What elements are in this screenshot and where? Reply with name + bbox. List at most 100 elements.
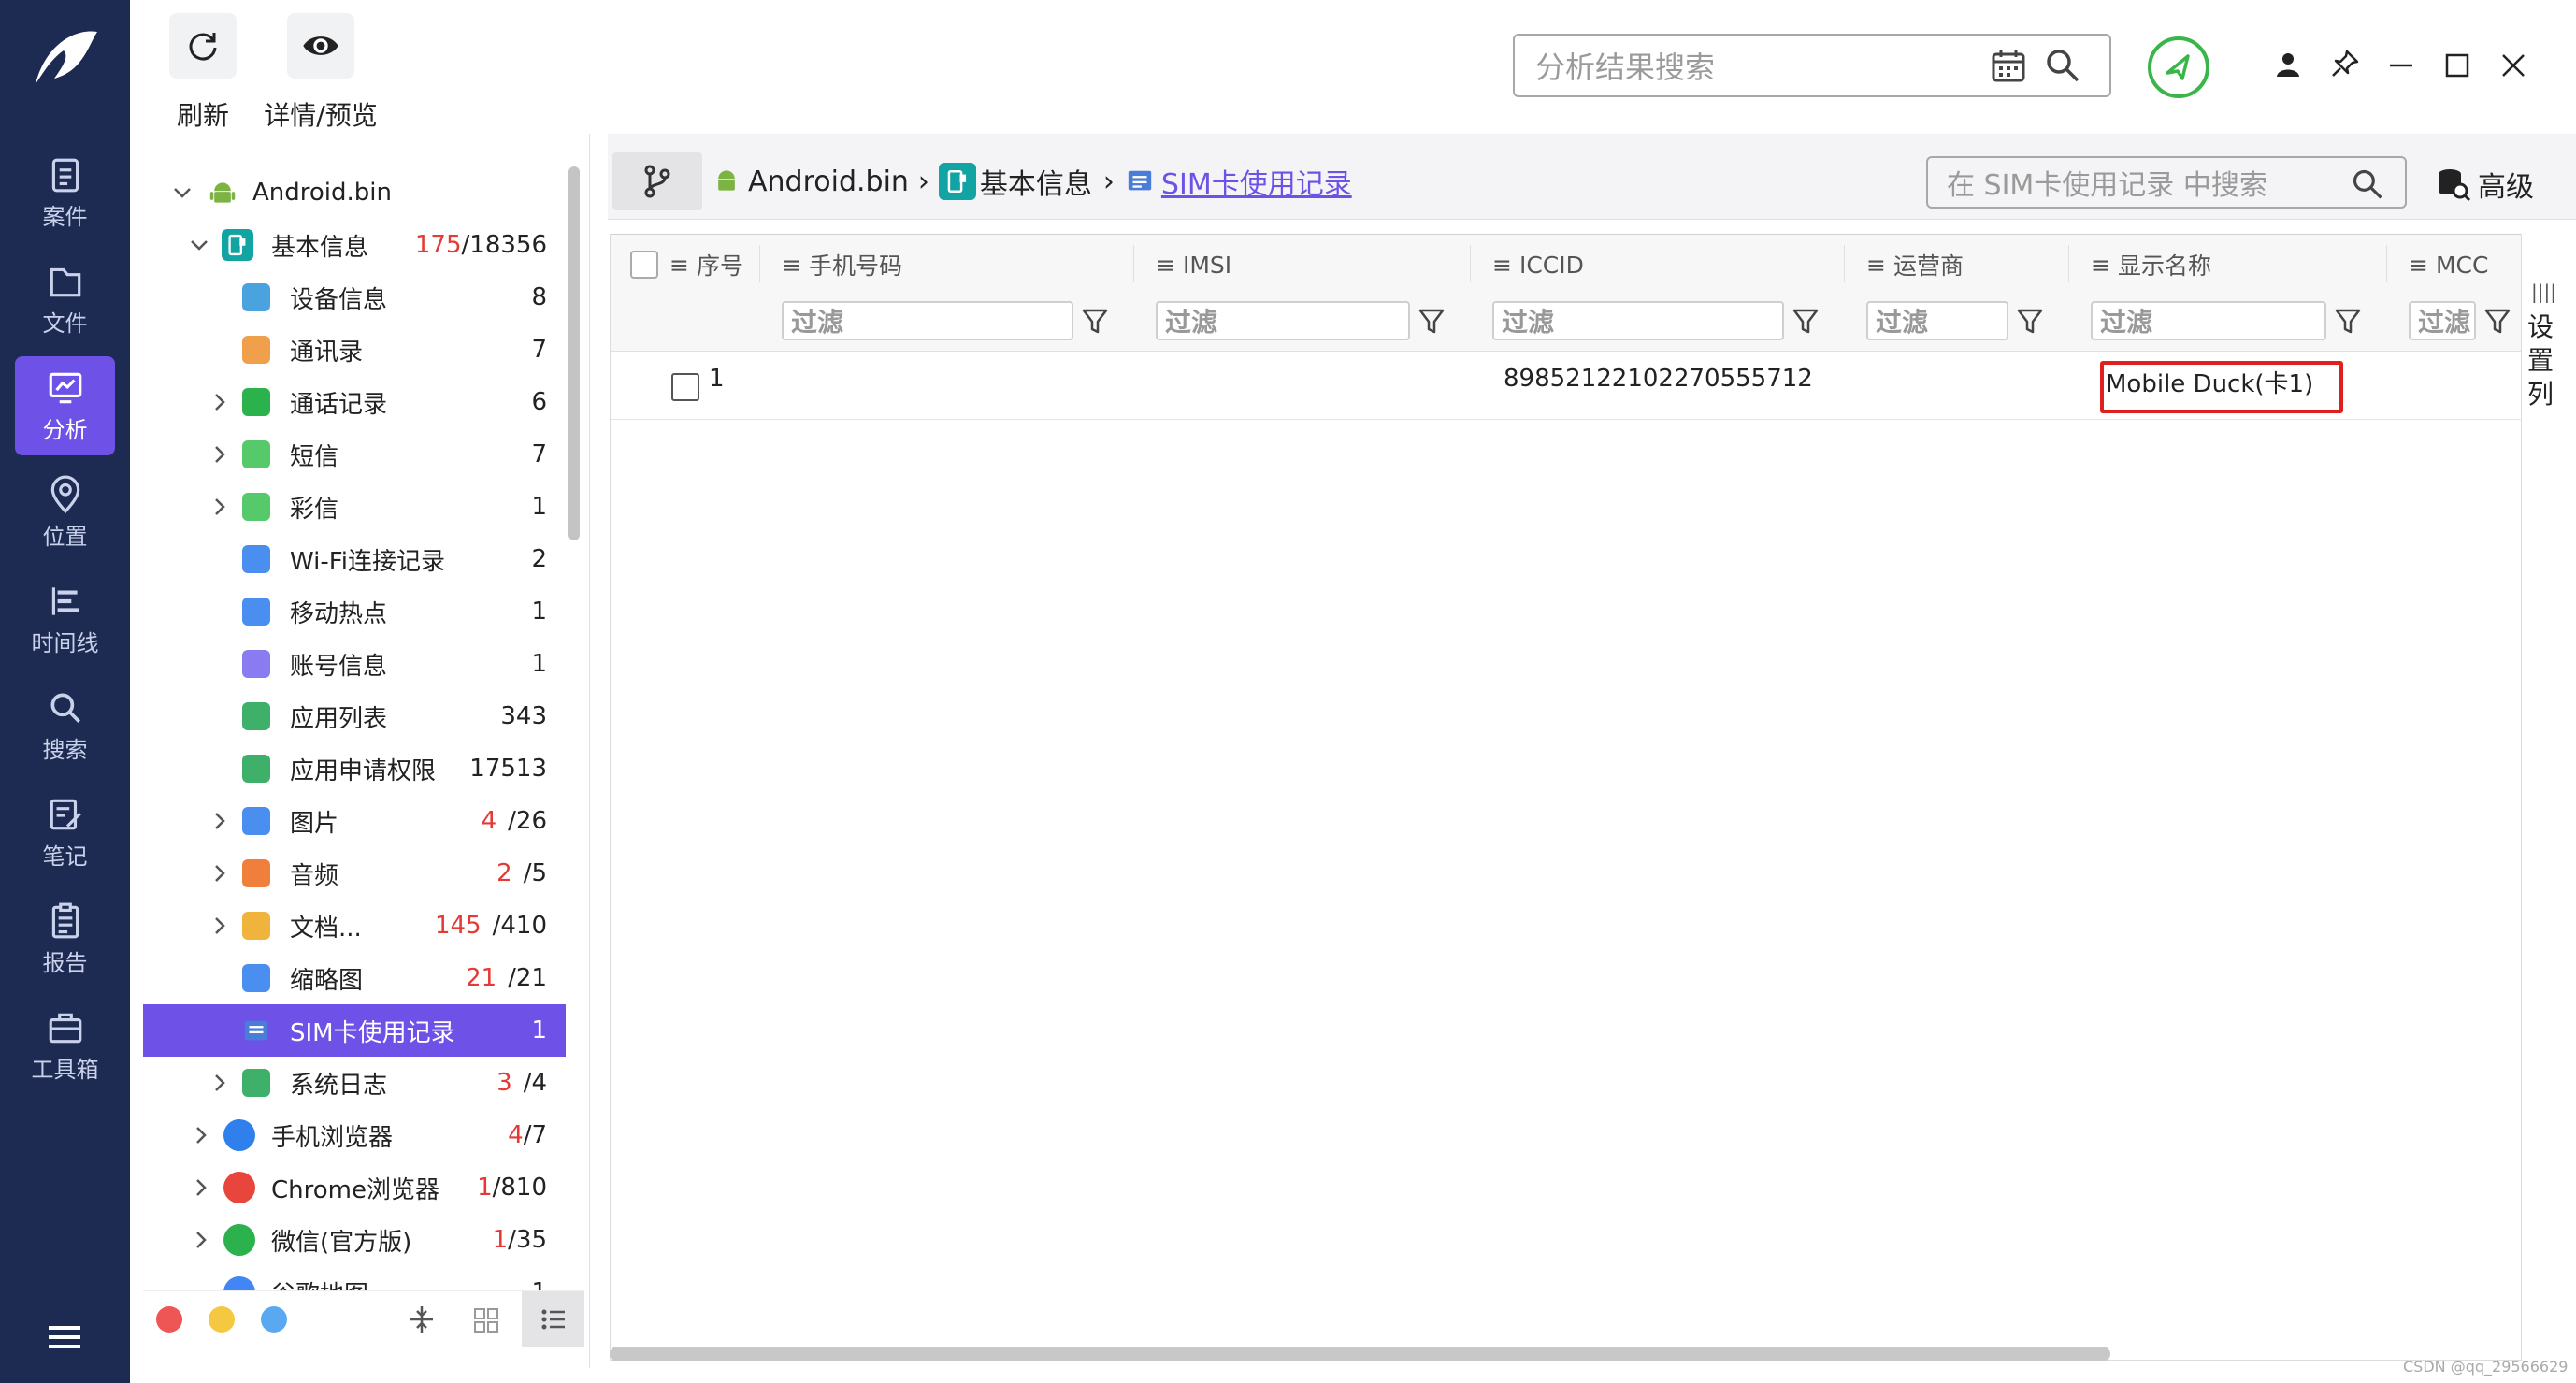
refresh-button[interactable]: 刷新 xyxy=(147,13,259,133)
menu-icon[interactable] xyxy=(47,1323,82,1351)
rail-item-notes[interactable]: 笔记 xyxy=(15,783,115,882)
column-settings-button[interactable]: |||| 设置列 xyxy=(2521,234,2558,1361)
tree-item[interactable]: Wi-Fi连接记录 2 xyxy=(143,533,566,585)
filter-input-mcc[interactable]: 过滤 xyxy=(2409,301,2476,340)
filter-funnel-icon[interactable] xyxy=(2483,307,2511,335)
column-header-mcc[interactable]: ≡ MCC xyxy=(2409,237,2488,293)
tree-root-android[interactable]: Android.bin xyxy=(143,166,566,219)
filter-funnel-icon[interactable] xyxy=(1418,307,1446,335)
rail-item-search[interactable]: 搜索 xyxy=(15,676,115,775)
tree-item[interactable]: 账号信息 1 xyxy=(143,638,566,690)
chevron-right-icon[interactable] xyxy=(209,862,231,885)
cell-index: 1 xyxy=(709,365,725,393)
tree-item[interactable]: 彩信 1 xyxy=(143,481,566,533)
horizontal-scrollbar[interactable] xyxy=(610,1347,2110,1361)
chevron-right-icon[interactable] xyxy=(209,915,231,937)
filter-funnel-icon[interactable] xyxy=(2016,307,2044,335)
table-search-input[interactable]: 在 SIM卡使用记录 中搜索 xyxy=(1926,156,2407,209)
location-pin-icon xyxy=(50,475,79,513)
chevron-down-icon[interactable] xyxy=(171,181,194,204)
column-header-display-name[interactable]: ≡ 显示名称 xyxy=(2091,237,2211,293)
yellow-dot-icon[interactable] xyxy=(209,1306,235,1333)
select-all-checkbox[interactable] xyxy=(630,237,658,293)
chevron-right-icon[interactable] xyxy=(209,1072,231,1094)
filter-funnel-icon[interactable] xyxy=(1792,307,1820,335)
breadcrumb-current[interactable]: SIM卡使用记录 xyxy=(1161,161,1352,202)
red-dot-icon[interactable] xyxy=(156,1306,182,1333)
collapse-all-icon[interactable] xyxy=(407,1304,437,1334)
filter-input-display-name[interactable]: 过滤 xyxy=(2091,301,2326,340)
blue-dot-icon[interactable] xyxy=(261,1306,287,1333)
tree-item[interactable]: 应用列表 343 xyxy=(143,690,566,742)
column-menu-icon: ≡ xyxy=(669,251,689,279)
left-rail: 案件 文件 分析 位置 时间线 搜索 笔记 报告 工具箱 xyxy=(0,0,130,1383)
tree-item[interactable]: SIM卡使用记录 1 xyxy=(143,1004,566,1057)
rail-item-timeline[interactable]: 时间线 xyxy=(15,569,115,669)
tree-item[interactable]: 图片 4/26 xyxy=(143,795,566,847)
list-view-icon[interactable] xyxy=(522,1291,584,1347)
advanced-search-button[interactable]: 高级 xyxy=(2435,161,2534,208)
column-header-imsi[interactable]: ≡ IMSI xyxy=(1156,237,1231,293)
column-header-index[interactable]: ≡ 序号 xyxy=(669,237,743,293)
tree-node-basic-info[interactable]: 基本信息 175/18356 xyxy=(143,219,566,271)
tree-item[interactable]: 通讯录 7 xyxy=(143,324,566,376)
tree-count: 1 xyxy=(531,493,547,521)
branch-button[interactable] xyxy=(612,152,702,210)
grid-view-icon[interactable] xyxy=(472,1306,500,1334)
chevron-down-icon[interactable] xyxy=(188,234,210,256)
tree-item[interactable]: 缩略图 21/21 xyxy=(143,952,566,1004)
filter-funnel-icon[interactable] xyxy=(2334,307,2362,335)
tree-item[interactable]: 设备信息 8 xyxy=(143,271,566,324)
column-header-carrier[interactable]: ≡ 运营商 xyxy=(1866,237,1964,293)
tree-item[interactable]: 通话记录 6 xyxy=(143,376,566,428)
rail-item-case[interactable]: 案件 xyxy=(15,143,115,242)
pin-icon[interactable] xyxy=(2330,49,2360,79)
tree-item[interactable]: 移动热点 1 xyxy=(143,585,566,638)
filter-funnel-icon[interactable] xyxy=(1081,307,1109,335)
tree-item[interactable]: 应用申请权限 17513 xyxy=(143,742,566,795)
filter-input-iccid[interactable]: 过滤 xyxy=(1492,301,1784,340)
filter-input-imsi[interactable]: 过滤 xyxy=(1156,301,1410,340)
maximize-icon[interactable] xyxy=(2444,52,2470,79)
filter-input-phone[interactable]: 过滤 xyxy=(782,301,1073,340)
rail-item-files[interactable]: 文件 xyxy=(15,250,115,349)
chevron-right-icon[interactable] xyxy=(190,1229,212,1251)
tree-item[interactable]: 短信 7 xyxy=(143,428,566,481)
refresh-icon xyxy=(189,33,217,61)
chevron-right-icon[interactable] xyxy=(209,810,231,832)
tree-item[interactable]: 系统日志 3/4 xyxy=(143,1057,566,1109)
calendar-icon[interactable] xyxy=(1990,47,2027,84)
breadcrumb-root[interactable]: Android.bin xyxy=(748,166,909,198)
watermark: CSDN @qq_29566629 xyxy=(2403,1358,2569,1376)
tree-app-item[interactable]: 微信(官方版) 1/35 xyxy=(143,1214,566,1266)
tree-app-item[interactable]: 手机浏览器 4/7 xyxy=(143,1109,566,1161)
chevron-right-icon[interactable] xyxy=(190,1124,212,1146)
minimize-icon[interactable] xyxy=(2388,52,2414,79)
columns-icon: |||| xyxy=(2531,281,2556,303)
search-icon[interactable] xyxy=(2351,167,2384,201)
rail-item-location[interactable]: 位置 xyxy=(15,463,115,562)
tree-item-icon xyxy=(242,1069,270,1097)
breadcrumb-level1[interactable]: 基本信息 xyxy=(980,161,1092,202)
user-icon[interactable] xyxy=(2274,50,2302,79)
tree-item[interactable]: 音频 2/5 xyxy=(143,847,566,900)
send-status-icon[interactable] xyxy=(2147,36,2210,99)
tree-app-item[interactable]: Chrome浏览器 1/810 xyxy=(143,1161,566,1214)
column-header-iccid[interactable]: ≡ ICCID xyxy=(1492,237,1584,293)
tree-scrollbar[interactable] xyxy=(568,166,580,540)
rail-item-analysis[interactable]: 分析 xyxy=(15,356,115,455)
chevron-right-icon[interactable] xyxy=(209,496,231,518)
chevron-right-icon[interactable] xyxy=(209,443,231,466)
search-icon[interactable] xyxy=(2044,47,2081,84)
filter-input-carrier[interactable]: 过滤 xyxy=(1866,301,2008,340)
column-header-phone[interactable]: ≡ 手机号码 xyxy=(782,237,902,293)
detail-preview-button[interactable]: 详情/预览 xyxy=(264,13,378,133)
chevron-right-icon[interactable] xyxy=(190,1176,212,1199)
rail-item-toolbox[interactable]: 工具箱 xyxy=(15,996,115,1095)
row-checkbox[interactable] xyxy=(671,373,699,401)
close-icon[interactable] xyxy=(2500,52,2526,79)
chevron-right-icon[interactable] xyxy=(209,391,231,413)
eye-icon xyxy=(303,36,338,55)
rail-item-report[interactable]: 报告 xyxy=(15,889,115,988)
tree-item[interactable]: 文档... 145/410 xyxy=(143,900,566,952)
